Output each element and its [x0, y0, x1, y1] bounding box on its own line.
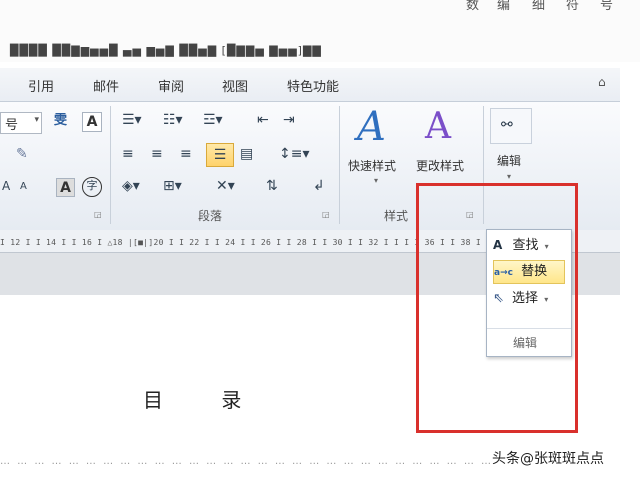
borders-icon[interactable]: ⊞▾ [163, 178, 182, 194]
toc-title: 目 录 [143, 388, 268, 412]
quick-styles-icon[interactable]: A [357, 104, 386, 150]
character-border-button[interactable]: A [82, 112, 102, 132]
highlight-box [416, 183, 578, 433]
styles-group-label: 样式 [384, 209, 409, 223]
font-size-value: 号 [5, 118, 19, 133]
sort-icon[interactable]: ⇅ [266, 178, 278, 194]
tab-review[interactable]: 审阅 [158, 76, 184, 95]
numbering-icon[interactable]: ☷▾ [163, 112, 183, 128]
group-separator [110, 106, 111, 224]
distributed-align-icon[interactable]: ▤ [240, 146, 253, 162]
clear-format-icon[interactable]: ✎ [16, 146, 28, 162]
phonetic-guide-icon[interactable]: 雯 [54, 113, 67, 129]
font-size-combo[interactable]: 号 ▾ [0, 112, 42, 134]
top-label-5: 号 [600, 0, 614, 13]
ribbon-collapse-icon[interactable]: ⌂ [598, 75, 606, 89]
chevron-down-icon: ▾ [374, 176, 379, 185]
line-spacing-icon[interactable]: ↕≡▾ [279, 146, 310, 162]
editing-button-label: 编辑 [497, 154, 522, 168]
top-label-3: 细 [532, 0, 546, 13]
horizontal-ruler[interactable]: I 12 I I 14 I I 16 I △18 |[■|]20 I I 22 … [0, 238, 481, 247]
chevron-down-icon: ▾ [34, 115, 39, 125]
shrink-font-button[interactable]: A [20, 179, 27, 195]
window-title: ████ ██▇▆▅▅█ ▄▅ ▆▅▇ ██▅▇ [█▇▇▅ ▇▅▅]▇▇ [10, 44, 322, 57]
tab-view[interactable]: 视图 [222, 76, 248, 95]
top-label-1: 数 [466, 0, 480, 13]
font-dialog-launcher-icon[interactable]: ◲ [94, 210, 102, 219]
align-left-icon[interactable]: ≡ [122, 146, 134, 162]
multilevel-list-icon[interactable]: ☲▾ [203, 112, 223, 128]
top-label-4: 符 [566, 0, 580, 13]
grow-font-button[interactable]: A [2, 178, 10, 194]
paragraph-dialog-launcher-icon[interactable]: ◲ [322, 210, 330, 219]
increase-indent-icon[interactable]: ⇥ [283, 112, 295, 128]
chevron-down-icon: ▾ [507, 172, 512, 181]
quick-styles-button[interactable]: 快速样式 [348, 157, 396, 174]
watermark: 头条@张斑斑点点 [492, 451, 604, 467]
tab-special-features[interactable]: 特色功能 [287, 76, 339, 95]
enclose-characters-button[interactable]: 字 [82, 177, 102, 197]
align-right-icon[interactable]: ≡ [180, 146, 192, 162]
top-toolbar-labels: 数 编 细 符 号 [0, 0, 640, 20]
ribbon-tab-bar: 引用 邮件 审阅 视图 特色功能 ⌂ [0, 68, 620, 102]
tab-mailings[interactable]: 邮件 [93, 76, 119, 95]
binoculars-icon: ⚯ [501, 117, 513, 133]
bullets-icon[interactable]: ☰▾ [122, 112, 142, 128]
show-marks-icon[interactable]: ↲ [313, 178, 325, 194]
paragraph-group-label: 段落 [198, 209, 223, 223]
chinese-layout-icon[interactable]: ✕▾ [216, 178, 235, 194]
top-label-2: 编 [497, 0, 511, 13]
group-separator [339, 106, 340, 224]
editing-button[interactable]: ⚯ [490, 108, 532, 144]
align-center-icon[interactable]: ≡ [151, 146, 163, 162]
change-styles-button[interactable]: 更改样式 [416, 157, 464, 174]
justify-icon[interactable]: ☰ [206, 143, 234, 167]
character-shading-button[interactable]: A [56, 178, 75, 197]
decrease-indent-icon[interactable]: ⇤ [257, 112, 269, 128]
shading-icon[interactable]: ◈▾ [122, 178, 140, 194]
tab-references[interactable]: 引用 [28, 76, 54, 95]
change-styles-icon[interactable]: A [425, 106, 451, 147]
